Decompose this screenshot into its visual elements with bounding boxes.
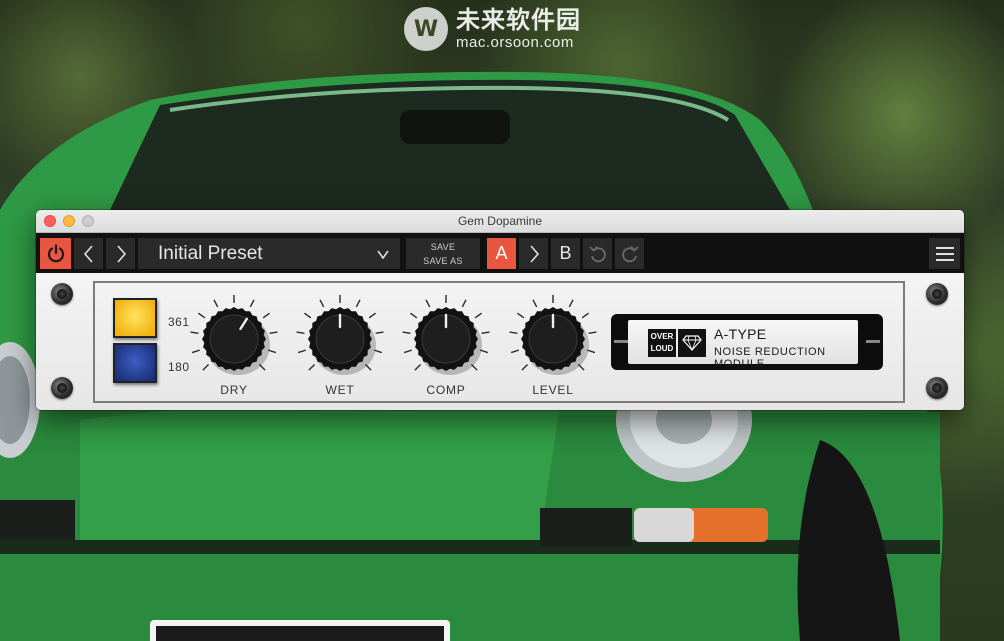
knob-tick-mark (481, 331, 490, 335)
knob-tick-mark (474, 312, 483, 319)
knob-tick-mark (403, 349, 412, 354)
knob-tick-mark (368, 312, 377, 319)
knob-tick-mark (197, 312, 206, 319)
knob-tick-mark (355, 299, 361, 308)
knob-graphic (190, 295, 278, 375)
logo-line-1: OVER (650, 332, 674, 341)
knob-tick-mark (409, 312, 418, 319)
power-icon (47, 243, 64, 262)
redo-icon (621, 245, 639, 262)
slot-b-button[interactable]: B (551, 238, 580, 269)
plugin-toolbar: Initial Preset SAVE SAVE AS A B (36, 233, 964, 274)
level-knob[interactable] (505, 291, 601, 387)
hamburger-menu-icon (935, 246, 954, 261)
wet-knob[interactable] (292, 291, 388, 387)
gem-logo (678, 329, 706, 357)
knob-cap (209, 314, 259, 364)
slot-a-button[interactable]: A (487, 238, 516, 269)
dry-knob[interactable] (186, 291, 282, 387)
copy-a-to-b-button[interactable] (519, 238, 548, 269)
watermark-text: 未来软件园 mac.orsoon.com (456, 8, 581, 50)
dry-label: DRY (220, 383, 248, 397)
nameplate-face: OVER LOUD A-TYPE NOISE REDUCTION MODULE (628, 320, 858, 370)
diamond-icon (682, 335, 702, 351)
knob-tick-mark (297, 349, 306, 354)
chevron-right-icon (116, 244, 126, 263)
preset-name: Initial Preset (158, 242, 263, 264)
knob-tick-mark (213, 299, 219, 308)
rack-panel: 361 180 DRY WET COMP LEVEL OVER LOUD A-T… (36, 273, 964, 410)
module-nameplate: OVER LOUD A-TYPE NOISE REDUCTION MODULE (611, 314, 883, 370)
knob-tick-mark (319, 299, 325, 308)
mode-361-button[interactable] (113, 298, 157, 338)
redo-button[interactable] (615, 238, 644, 269)
rack-screw-icon (51, 377, 73, 399)
nameplate-rail (866, 340, 880, 343)
knob-tick-mark (269, 331, 278, 335)
next-preset-button[interactable] (106, 238, 135, 269)
logo-line-2: LOUD (650, 344, 674, 353)
knob-tick-mark (516, 312, 525, 319)
knob-tick-mark (461, 299, 467, 308)
knob-tick-mark (303, 312, 312, 319)
watermark: W 未来软件园 mac.orsoon.com (404, 6, 581, 52)
module-type: A-TYPE (714, 326, 767, 342)
plugin-window: Gem Dopamine Initial Preset SAVE SAVE AS… (36, 210, 964, 410)
chevron-left-icon (83, 244, 93, 263)
comp-knob[interactable] (398, 291, 494, 387)
rack-screw-icon (926, 283, 948, 305)
chevron-right-icon (529, 244, 539, 263)
level-label: LEVEL (532, 383, 574, 397)
rack-screw-icon (51, 283, 73, 305)
knob-graphic (402, 295, 490, 375)
knob-tick-mark (202, 363, 210, 371)
knob-tick-mark (262, 312, 271, 319)
knob-graphic (509, 295, 597, 375)
main-menu-button[interactable] (929, 238, 960, 269)
knob-tick-mark (509, 331, 518, 335)
watermark-brand: 未来软件园 (456, 6, 581, 34)
knob-tick-mark (249, 299, 255, 308)
knob-tick-mark (581, 312, 590, 319)
knob-tick-mark (588, 331, 597, 335)
save-button[interactable]: SAVE (431, 240, 456, 254)
knob-tick-mark (402, 331, 411, 335)
knob-tick-mark (425, 299, 431, 308)
knob-tick-mark (190, 331, 199, 335)
watermark-logo-icon: W (404, 7, 448, 51)
undo-button[interactable] (583, 238, 612, 269)
comp-label: COMP (426, 383, 466, 397)
knob-tick-mark (414, 363, 422, 371)
power-button[interactable] (40, 238, 71, 269)
knob-tick-mark (521, 363, 529, 371)
nameplate-rail (614, 340, 628, 343)
chevron-down-icon (377, 250, 389, 259)
preset-selector[interactable]: Initial Preset (138, 238, 400, 269)
knob-tick-mark (296, 331, 305, 335)
knob-tick-mark (191, 349, 200, 354)
watermark-url: mac.orsoon.com (456, 34, 574, 51)
knob-tick-mark (532, 299, 538, 308)
window-titlebar[interactable]: Gem Dopamine (36, 210, 964, 233)
knob-tick-mark (510, 349, 519, 354)
knob-graphic (296, 295, 384, 375)
rack-screw-icon (926, 377, 948, 399)
window-title: Gem Dopamine (457, 214, 543, 228)
wet-label: WET (325, 383, 355, 397)
mode-180-button[interactable] (113, 343, 157, 383)
save-button-group: SAVE SAVE AS (406, 238, 480, 269)
knob-tick-mark (375, 331, 384, 335)
module-subtitle: NOISE REDUCTION MODULE (714, 346, 826, 370)
knob-tick-mark (308, 363, 316, 371)
undo-icon (588, 245, 606, 262)
save-as-button[interactable]: SAVE AS (423, 254, 462, 268)
previous-preset-button[interactable] (74, 238, 103, 269)
overloud-logo: OVER LOUD (648, 329, 676, 357)
knob-tick-mark (568, 299, 574, 308)
